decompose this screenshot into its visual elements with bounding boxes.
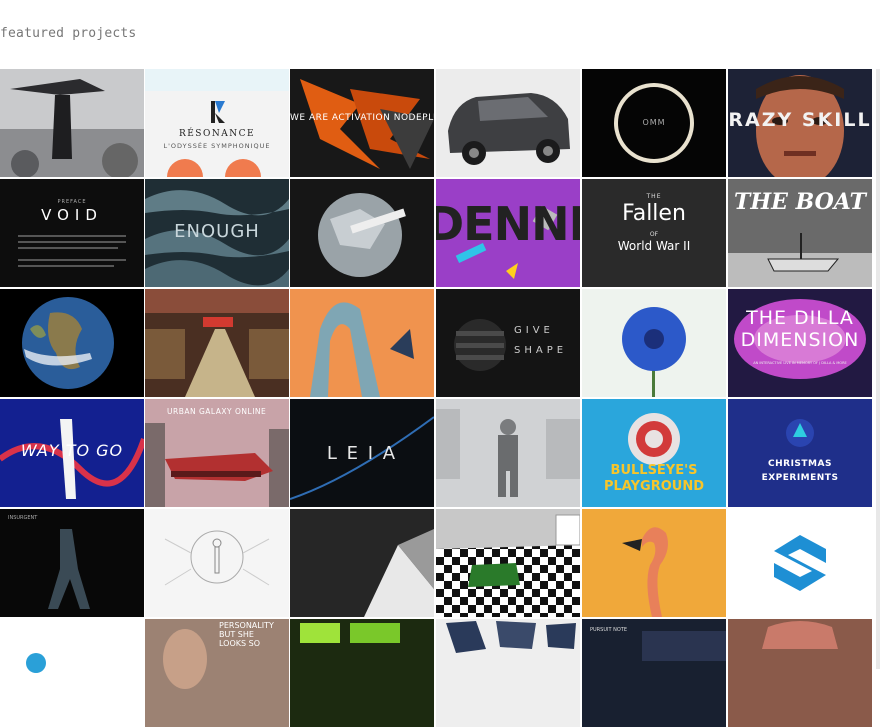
activation-artwork	[290, 69, 434, 177]
personality-line3: LOOKS SO	[219, 639, 261, 648]
flower-artwork	[582, 289, 726, 397]
project-tile-vehicle[interactable]	[728, 619, 872, 727]
project-tile-racer[interactable]	[145, 289, 289, 397]
project-tile-flower[interactable]	[582, 289, 726, 397]
fallen-the: THE	[646, 193, 662, 200]
orange-artwork	[290, 289, 434, 397]
project-tile-3d-figure[interactable]	[436, 399, 580, 507]
projects-grid: RÉSONANCE L'ODYSSÉE SYMPHONIQUE WE ARE A…	[0, 69, 880, 727]
way-to-go-title: WAY TO GO	[20, 441, 124, 460]
project-tile-activation[interactable]: WE ARE ACTIVATION NODEPLUS	[290, 69, 434, 177]
personality-line1: PERSONALITY	[219, 621, 274, 630]
partial-1-artwork	[0, 619, 144, 727]
pursuit-title: PURSUIT NOTE	[590, 627, 627, 633]
project-tile-leia[interactable]: L E I A	[290, 399, 434, 507]
project-tile-globe[interactable]	[290, 179, 434, 287]
leia-title: L E I A	[326, 443, 398, 464]
dilla-line1: THE DILLA	[746, 307, 854, 329]
project-tile-crazy-skill[interactable]: RAZY SKILL	[728, 69, 872, 177]
project-tile-car[interactable]	[436, 69, 580, 177]
crazy-skill-title: RAZY SKILL	[728, 109, 872, 131]
fallen-title: Fallen	[622, 201, 686, 226]
project-tile-pursuit[interactable]: PURSUIT NOTE	[582, 619, 726, 727]
personality-line2: BUT SHE	[219, 630, 254, 639]
racer-artwork	[145, 289, 289, 397]
pursuit-artwork	[582, 619, 726, 727]
figures-artwork	[436, 619, 580, 727]
shard-artwork	[290, 509, 434, 617]
christmas-badge	[728, 399, 872, 507]
project-tile-s-logo[interactable]	[728, 509, 872, 617]
scrollbar[interactable]	[876, 69, 880, 669]
project-tile-neon-green[interactable]	[290, 619, 434, 727]
dilla-small: AN INTERACTIVE LIVE IN MEMORY OF J DILLA…	[753, 361, 847, 365]
project-tile-fallen[interactable]: THE Fallen OF World War II	[582, 179, 726, 287]
project-tile-bullseye[interactable]: BULLSEYE'S PLAYGROUND	[582, 399, 726, 507]
project-tile-void[interactable]: PREFACE VOID	[0, 179, 144, 287]
project-tile-earth[interactable]	[0, 289, 144, 397]
resonance-subtitle: L'ODYSSÉE SYMPHONIQUE	[163, 142, 271, 150]
project-tile-dennis[interactable]: DENNIS	[436, 179, 580, 287]
resonance-artwork	[145, 69, 289, 177]
project-tile-checker[interactable]	[436, 509, 580, 617]
enough-title: ENOUGH	[174, 221, 260, 242]
neon-artwork	[290, 619, 434, 727]
personality-artwork	[145, 619, 289, 727]
project-tile-enough[interactable]: ENOUGH	[145, 179, 289, 287]
project-tile-dilla[interactable]: THE DILLA DIMENSION AN INTERACTIVE LIVE …	[728, 289, 872, 397]
bullseye-line1: BULLSEYE'S	[610, 463, 698, 478]
void-title: VOID	[41, 206, 103, 224]
project-tile-orange-shape[interactable]	[290, 289, 434, 397]
project-tile-figures[interactable]	[436, 619, 580, 727]
give-shape-artwork	[436, 289, 580, 397]
dennis-title: DENNIS	[436, 197, 580, 251]
anatomy-artwork	[145, 509, 289, 617]
globe-artwork	[290, 179, 434, 287]
project-tile-urban-galaxy[interactable]: URBAN GALAXY ONLINE	[145, 399, 289, 507]
project-tile-shard[interactable]	[290, 509, 434, 617]
project-tile-resonance[interactable]: RÉSONANCE L'ODYSSÉE SYMPHONIQUE	[145, 69, 289, 177]
project-tile-give-shape[interactable]: GIVE SHAPE	[436, 289, 580, 397]
omm-title: OMM	[642, 118, 666, 127]
project-tile-monolith[interactable]	[0, 69, 144, 177]
bullseye-line2: PLAYGROUND	[603, 479, 704, 494]
dilla-line2: DIMENSION	[740, 329, 860, 351]
project-tile-anatomy[interactable]	[145, 509, 289, 617]
give-line1: GIVE	[514, 325, 554, 336]
activation-title: WE ARE ACTIVATION NODEPLUS	[290, 113, 434, 123]
monolith-artwork	[0, 69, 144, 177]
project-tile-christmas[interactable]: CHRISTMAS EXPERIMENTS	[728, 399, 872, 507]
project-tile-partial-1[interactable]	[0, 619, 144, 727]
earth-artwork	[0, 289, 144, 397]
section-title: featured projects	[0, 26, 137, 41]
project-tile-insurgent[interactable]: INSURGENT	[0, 509, 144, 617]
insurgent-title: INSURGENT	[8, 515, 38, 521]
project-tile-way-to-go[interactable]: WAY TO GO	[0, 399, 144, 507]
project-tile-the-boat[interactable]: THE BOAT	[728, 179, 872, 287]
urban-galaxy-title: URBAN GALAXY ONLINE	[167, 407, 267, 416]
figure-artwork	[436, 399, 580, 507]
boat-title: THE BOAT	[734, 189, 866, 215]
vehicle-artwork	[728, 619, 872, 727]
resonance-title: RÉSONANCE	[178, 129, 256, 139]
void-text-lines	[0, 179, 144, 287]
project-tile-omm[interactable]: OMM	[582, 69, 726, 177]
flamingo-artwork	[582, 509, 726, 617]
insurgent-artwork	[0, 509, 144, 617]
checker-artwork	[436, 509, 580, 617]
s-logo-icon	[728, 509, 872, 617]
christmas-line1: CHRISTMAS	[768, 459, 832, 469]
void-kicker: PREFACE	[57, 199, 87, 205]
fallen-subtitle: World War II	[617, 239, 691, 253]
give-line2: SHAPE	[514, 345, 568, 356]
christmas-line2: EXPERIMENTS	[761, 473, 839, 483]
project-tile-flamingo[interactable]	[582, 509, 726, 617]
car-artwork	[436, 69, 580, 177]
project-tile-personality[interactable]: PERSONALITY BUT SHE LOOKS SO	[145, 619, 289, 727]
fallen-of: OF	[649, 231, 659, 238]
